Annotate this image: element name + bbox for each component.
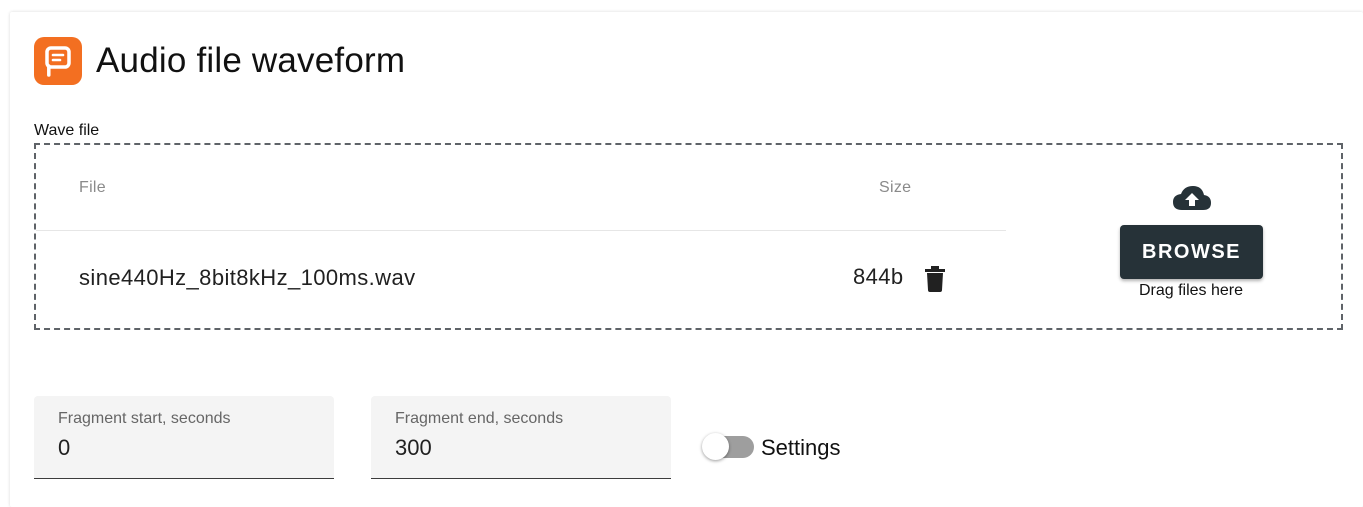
- drag-files-hint: Drag files here: [1138, 282, 1244, 299]
- fragment-start-label: Fragment start, seconds: [58, 410, 231, 427]
- wave-file-label: Wave file: [34, 122, 100, 139]
- settings-toggle-label: Settings: [761, 435, 841, 460]
- page-header: Audio file waveform: [34, 36, 405, 86]
- trash-icon: [925, 266, 945, 292]
- fragment-start-input[interactable]: [58, 435, 308, 461]
- file-name: sine440Hz_8bit8kHz_100ms.wav: [79, 265, 416, 290]
- upload-area: BROWSE Drag files here: [1076, 175, 1306, 315]
- fragment-end-input[interactable]: [395, 435, 645, 461]
- column-header-file: File: [79, 179, 106, 196]
- file-table: File Size sine440Hz_8bit8kHz_100ms.wav 8…: [36, 145, 1006, 328]
- cloud-upload-icon: [1173, 186, 1211, 210]
- main-card: Audio file waveform Wave file File Size …: [10, 12, 1363, 507]
- file-size: 844b: [853, 264, 904, 289]
- settings-toggle[interactable]: [702, 433, 756, 461]
- file-dropzone[interactable]: File Size sine440Hz_8bit8kHz_100ms.wav 8…: [34, 143, 1343, 330]
- page-title: Audio file waveform: [96, 41, 406, 80]
- fragment-end-field[interactable]: Fragment end, seconds: [371, 396, 671, 479]
- header-divider: [36, 230, 1006, 231]
- fragment-start-field[interactable]: Fragment start, seconds: [34, 396, 334, 479]
- column-header-size: Size: [879, 179, 912, 196]
- browse-button[interactable]: BROWSE: [1120, 225, 1263, 279]
- toggle-knob: [702, 433, 729, 460]
- logo-glyph: [45, 46, 71, 77]
- fragment-end-label: Fragment end, seconds: [395, 410, 564, 427]
- delete-file-button[interactable]: [922, 264, 948, 294]
- presentation-logo-icon: [34, 37, 82, 85]
